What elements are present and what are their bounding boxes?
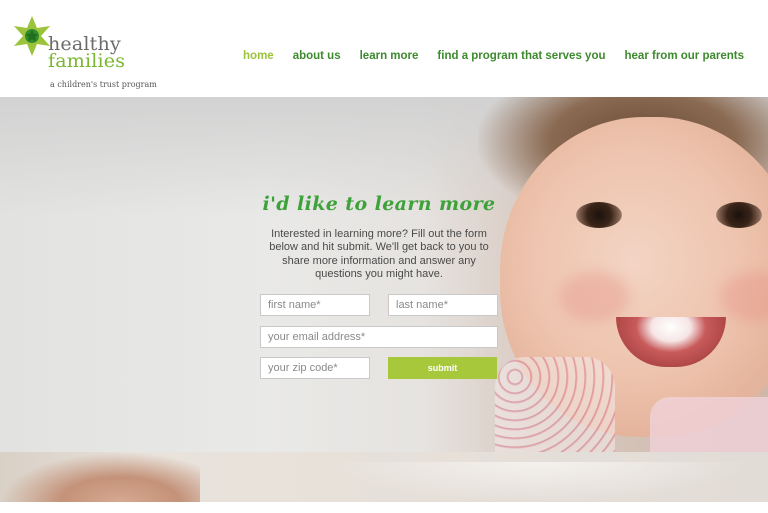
baby-eye-right bbox=[716, 202, 762, 228]
email-input[interactable] bbox=[260, 326, 498, 348]
page-footer-strip bbox=[0, 502, 768, 513]
zip-code-input[interactable] bbox=[260, 357, 370, 379]
form-intro: Interested in learning more? Fill out th… bbox=[269, 228, 489, 280]
first-name-input[interactable] bbox=[260, 294, 370, 316]
teaser-photo bbox=[0, 452, 200, 502]
logo-tagline: a children's trust program bbox=[50, 80, 157, 89]
main-nav: home about us learn more find a program … bbox=[243, 50, 744, 62]
baby-clothing bbox=[650, 397, 768, 452]
last-name-input[interactable] bbox=[388, 294, 498, 316]
logo-wordmark: healthy families bbox=[48, 35, 126, 72]
baby-cheek bbox=[560, 272, 630, 322]
logo-line2: families bbox=[48, 50, 126, 72]
nav-about-us[interactable]: about us bbox=[293, 50, 341, 62]
nav-hear-from-parents[interactable]: hear from our parents bbox=[625, 50, 745, 62]
next-section-teaser bbox=[0, 452, 768, 502]
nav-home[interactable]: home bbox=[243, 50, 274, 62]
baby-clothing bbox=[495, 357, 615, 452]
teaser-photo bbox=[330, 462, 750, 502]
submit-button[interactable]: submit bbox=[388, 357, 497, 379]
form-title: i'd like to learn more bbox=[262, 193, 496, 215]
learn-more-form: i'd like to learn more Interested in lea… bbox=[256, 97, 506, 387]
nav-learn-more[interactable]: learn more bbox=[360, 50, 419, 62]
site-header: healthy families a children's trust prog… bbox=[0, 0, 768, 97]
nav-find-program[interactable]: find a program that serves you bbox=[437, 50, 605, 62]
star-icon bbox=[14, 16, 50, 56]
logo[interactable]: healthy families a children's trust prog… bbox=[12, 16, 172, 92]
baby-eye-left bbox=[576, 202, 622, 228]
